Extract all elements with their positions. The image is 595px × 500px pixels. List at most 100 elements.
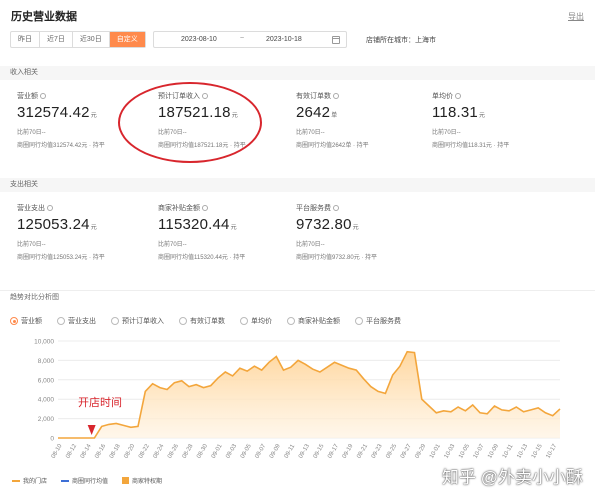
metric-title: 营业额 xyxy=(17,92,38,100)
metric-selector: 营业额 营业支出 预计订单收入 有效订单数 单均价 商家补贴金额 平台服务费 xyxy=(10,315,416,327)
data-point xyxy=(356,369,358,371)
data-point xyxy=(305,364,307,366)
tab-custom[interactable]: 自定义 xyxy=(109,32,145,47)
date-start[interactable]: 2023-08-10 xyxy=(181,36,217,43)
radio-icon[interactable] xyxy=(287,317,295,325)
export-link[interactable]: 导出 xyxy=(568,11,584,22)
x-tick-label: 08-12 xyxy=(65,443,78,460)
metric-unit: 元 xyxy=(90,225,97,231)
y-tick-label: 4,000 xyxy=(38,397,55,404)
tab-last-7-days[interactable]: 近7日 xyxy=(40,32,73,47)
calendar-icon[interactable] xyxy=(332,36,340,44)
data-point xyxy=(326,366,328,368)
info-icon[interactable] xyxy=(333,204,339,211)
radio-selected-icon[interactable] xyxy=(10,317,18,325)
data-point xyxy=(450,411,452,413)
metric-peer-average: 商圈同行均值118.31元 · 持平 xyxy=(432,143,510,149)
x-tick-label: 10-01 xyxy=(429,443,442,460)
store-city-label: 店铺所在城市：上海市 xyxy=(366,37,436,44)
data-point xyxy=(545,412,547,414)
tab-last-30-days[interactable]: 近30日 xyxy=(73,32,110,47)
y-tick-label: 0 xyxy=(50,436,54,443)
date-range-picker[interactable]: 2023-08-10 ~ 2023-10-18 xyxy=(153,31,347,48)
option-valid-orders[interactable]: 有效订单数 xyxy=(179,316,225,326)
data-point xyxy=(65,437,67,439)
legend-label: 商家特权期 xyxy=(132,479,163,485)
x-tick-label: 08-28 xyxy=(182,443,195,460)
x-tick-label: 09-11 xyxy=(284,443,297,459)
radio-icon[interactable] xyxy=(355,317,363,325)
metric-compare: 比前70日-- xyxy=(296,130,325,136)
x-tick-label: 09-03 xyxy=(225,443,238,460)
option-label: 预计订单收入 xyxy=(122,318,164,325)
data-point xyxy=(414,352,416,354)
x-tick-label: 08-16 xyxy=(94,443,107,460)
data-point xyxy=(312,368,314,370)
x-tick-label: 09-13 xyxy=(298,443,311,460)
tab-yesterday[interactable]: 昨日 xyxy=(11,32,40,47)
legend-peer-average[interactable]: 商圈同行均值 xyxy=(61,476,108,485)
option-operating-expense[interactable]: 营业支出 xyxy=(57,316,96,326)
data-point xyxy=(225,371,227,373)
metric-title: 平台服务费 xyxy=(296,204,331,212)
metric-unit: 元 xyxy=(352,225,359,231)
radio-icon[interactable] xyxy=(57,317,65,325)
data-point xyxy=(115,423,117,425)
metric-compare: 比前70日-- xyxy=(158,242,187,248)
radio-icon[interactable] xyxy=(179,317,187,325)
page-title: 历史营业数据 xyxy=(11,11,77,23)
metric-compare: 比前70日-- xyxy=(432,130,461,136)
x-tick-label: 09-19 xyxy=(342,443,355,460)
option-average-price[interactable]: 单均价 xyxy=(240,316,272,326)
metric-unit: 元 xyxy=(90,113,97,119)
x-tick-label: 08-20 xyxy=(123,443,136,460)
info-icon[interactable] xyxy=(333,92,339,99)
info-icon[interactable] xyxy=(455,92,461,99)
data-point xyxy=(174,382,176,384)
data-point xyxy=(181,380,183,382)
data-point xyxy=(195,384,197,386)
data-point xyxy=(443,410,445,412)
info-icon[interactable] xyxy=(202,204,208,211)
legend-my-store[interactable]: 我的门店 xyxy=(12,476,47,485)
radio-icon[interactable] xyxy=(111,317,119,325)
data-point xyxy=(239,367,241,369)
metric-unit: 元 xyxy=(230,225,237,231)
data-point xyxy=(94,437,96,439)
metric-title: 商家补贴金额 xyxy=(158,204,200,212)
x-tick-label: 08-26 xyxy=(167,443,180,460)
option-label: 平台服务费 xyxy=(366,318,401,325)
metric-peer-average: 商圈同行均值2642单 · 持平 xyxy=(296,143,369,149)
option-expected-order-income[interactable]: 预计订单收入 xyxy=(111,316,164,326)
option-merchant-subsidy[interactable]: 商家补贴金额 xyxy=(287,316,340,326)
date-end[interactable]: 2023-10-18 xyxy=(266,36,302,43)
info-icon[interactable] xyxy=(40,92,46,99)
data-point xyxy=(530,409,532,411)
x-tick-label: 09-15 xyxy=(313,443,326,460)
info-icon[interactable] xyxy=(47,204,53,211)
legend-privilege-period[interactable]: 商家特权期 xyxy=(122,476,162,485)
option-revenue[interactable]: 营业额 xyxy=(10,316,42,326)
x-tick-label: 10-03 xyxy=(444,443,457,460)
y-tick-label: 10,000 xyxy=(34,339,54,346)
data-point xyxy=(254,365,256,367)
metric-value: 125053.24 xyxy=(17,216,90,233)
data-point xyxy=(276,356,278,358)
data-point xyxy=(341,365,343,367)
data-point xyxy=(334,362,336,364)
radio-icon[interactable] xyxy=(240,317,248,325)
data-point xyxy=(457,406,459,408)
data-point xyxy=(523,411,525,413)
data-point xyxy=(145,391,147,393)
line-swatch-icon xyxy=(12,479,20,482)
option-platform-fee[interactable]: 平台服务费 xyxy=(355,316,401,326)
metric-value: 118.31 xyxy=(432,104,478,121)
data-point xyxy=(232,375,234,377)
data-point xyxy=(508,410,510,412)
data-point xyxy=(363,378,365,380)
x-tick-label: 10-15 xyxy=(531,443,544,460)
data-point xyxy=(79,437,81,439)
x-tick-label: 08-22 xyxy=(138,443,151,460)
data-point xyxy=(297,360,299,362)
data-point xyxy=(166,389,168,391)
